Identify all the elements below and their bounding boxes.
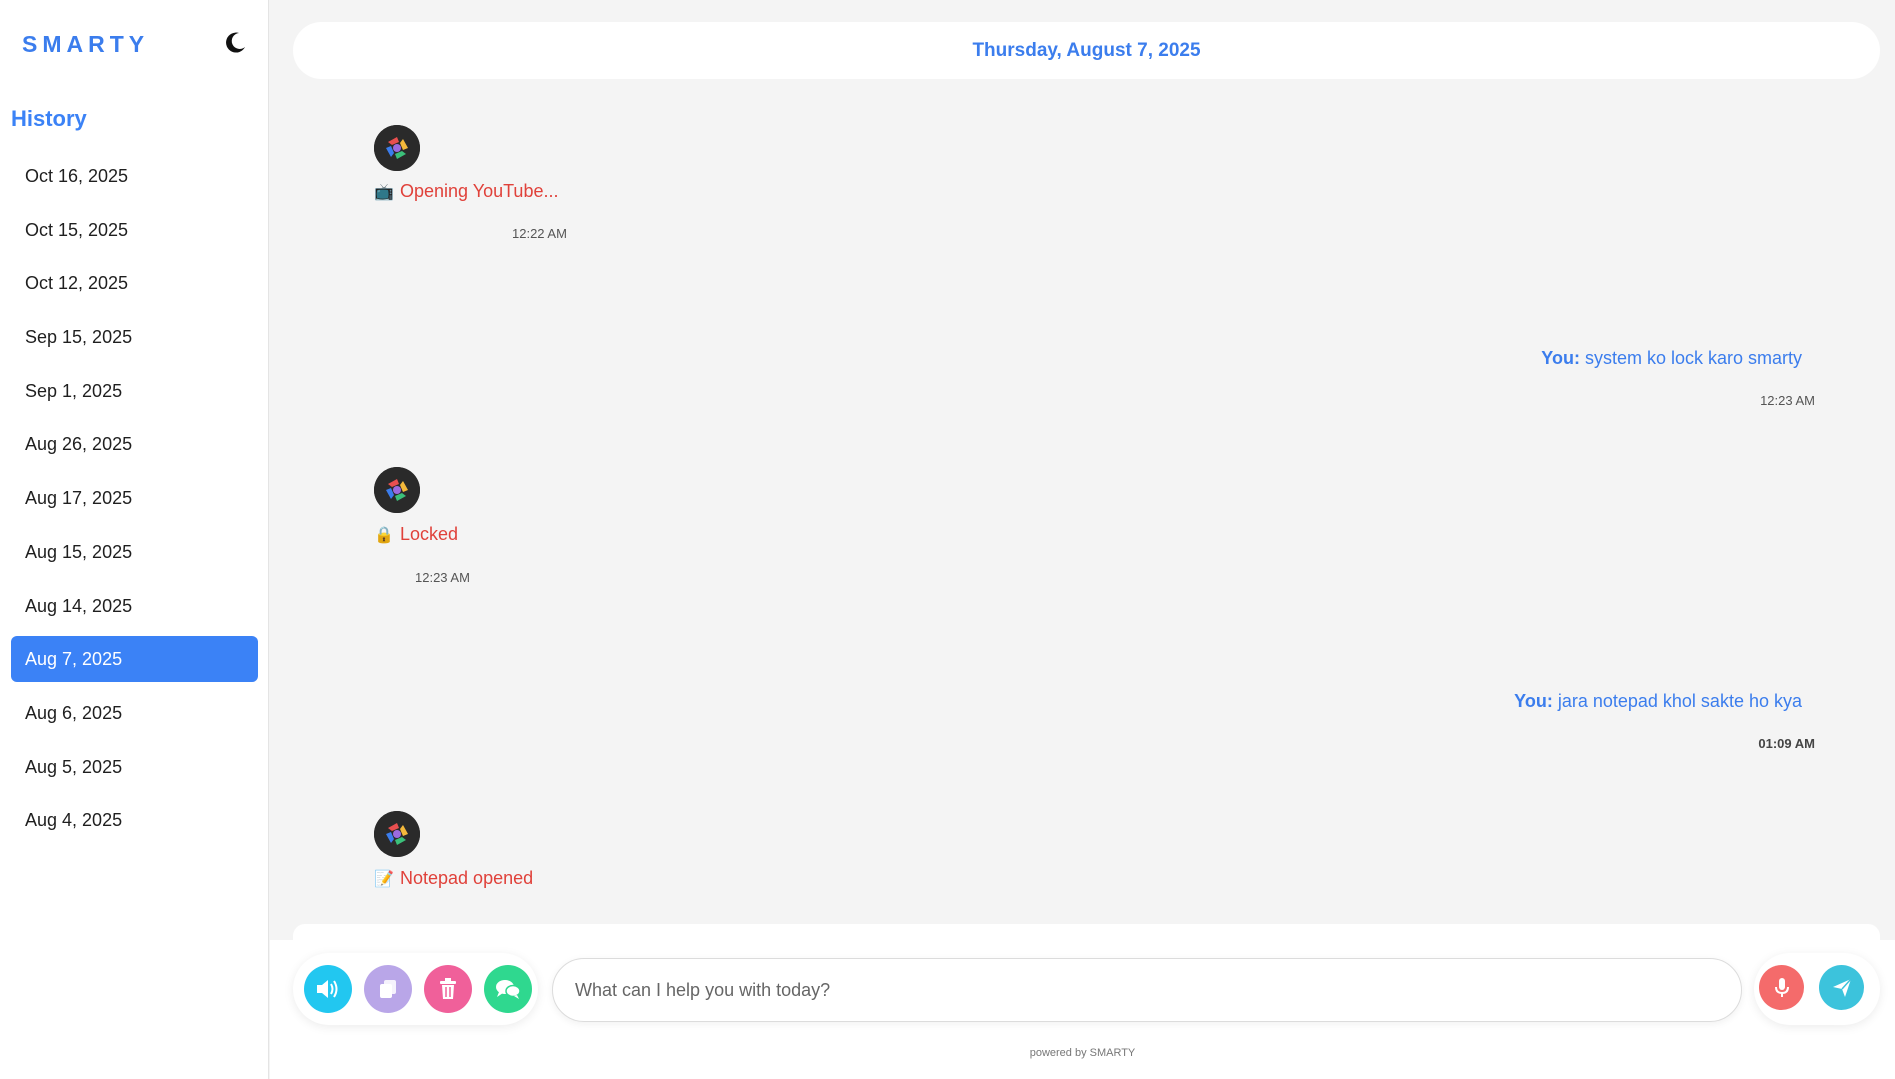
history-item[interactable]: Oct 15, 2025 (11, 207, 258, 253)
history-item[interactable]: Oct 12, 2025 (11, 260, 258, 306)
chat-bubbles-icon (496, 980, 521, 999)
user-message-text: jara notepad khol sakte ho kya (1557, 691, 1802, 711)
user-prefix: You: (1541, 348, 1580, 368)
mic-button[interactable] (1759, 965, 1804, 1010)
send-group (1754, 953, 1880, 1025)
send-button[interactable] (1819, 965, 1864, 1010)
chat-panel-edge (293, 924, 1880, 940)
history-item-active[interactable]: Aug 7, 2025 (11, 636, 258, 683)
message-time: 12:23 AM (1760, 393, 1815, 408)
chat-button[interactable] (484, 965, 532, 1013)
history-item[interactable]: Sep 1, 2025 (11, 368, 258, 414)
history-item[interactable]: Aug 14, 2025 (11, 583, 258, 629)
history-item[interactable]: Sep 15, 2025 (11, 314, 258, 360)
history-item[interactable]: Oct 16, 2025 (11, 153, 258, 199)
history-item[interactable]: Aug 17, 2025 (11, 475, 258, 521)
history-title: History (11, 106, 87, 131)
message-time: 12:23 AM (415, 570, 470, 585)
message-time: 01:09 AM (1758, 736, 1815, 751)
copy-button[interactable] (364, 965, 412, 1013)
moon-icon (226, 32, 245, 53)
bot-message-text: Notepad opened (400, 868, 534, 888)
history-item[interactable]: Aug 5, 2025 (11, 744, 258, 790)
bot-logo-icon (374, 811, 420, 857)
bot-avatar (374, 811, 420, 857)
bot-avatar (374, 467, 420, 513)
copy-icon (380, 980, 396, 998)
history-item[interactable]: Aug 4, 2025 (11, 797, 258, 843)
speaker-icon (317, 980, 338, 998)
date-header: Thursday, August 7, 2025 (293, 22, 1880, 79)
tool-group (293, 953, 538, 1025)
brand-logo: SMARTY (22, 31, 150, 57)
theme-toggle-button[interactable] (222, 30, 248, 56)
delete-button[interactable] (424, 965, 472, 1013)
bot-message-text: Opening YouTube... (400, 181, 559, 201)
speaker-button[interactable] (304, 965, 352, 1013)
trash-icon (440, 978, 456, 999)
history-item[interactable]: Aug 6, 2025 (11, 690, 258, 736)
sidebar: SMARTY History Oct 16, 2025 Oct 15, 2025… (0, 0, 269, 1079)
message-input[interactable] (552, 958, 1742, 1022)
bot-message: 📺 Opening YouTube... (374, 181, 558, 202)
tv-icon: 📺 (374, 183, 394, 201)
bot-message: 🔒 Locked (374, 524, 458, 545)
bot-message-text: Locked (400, 524, 459, 544)
user-message-text: system ko lock karo smarty (1584, 348, 1802, 368)
bot-logo-icon (374, 467, 420, 513)
lock-icon: 🔒 (374, 526, 394, 544)
bot-avatar (374, 125, 420, 171)
send-icon (1832, 977, 1852, 997)
user-message: You: jara notepad khol sakte ho kya (1514, 691, 1802, 712)
memo-icon: 📝 (374, 870, 394, 888)
user-message: You: system ko lock karo smarty (1541, 348, 1802, 369)
history-item[interactable]: Aug 26, 2025 (11, 421, 258, 467)
history-item[interactable]: Aug 15, 2025 (11, 529, 258, 575)
bot-logo-icon (374, 125, 420, 171)
footer-credit: powered by SMARTY (1029, 1047, 1136, 1059)
history-list: Oct 16, 2025 Oct 15, 2025 Oct 12, 2025 S… (11, 153, 258, 851)
chat-area: Thursday, August 7, 2025 📺 Opening YouTu… (270, 0, 1895, 1079)
message-time: 12:22 AM (512, 226, 567, 241)
user-prefix: You: (1514, 691, 1553, 711)
microphone-icon (1774, 977, 1789, 997)
bot-message: 📝 Notepad opened (374, 868, 533, 889)
